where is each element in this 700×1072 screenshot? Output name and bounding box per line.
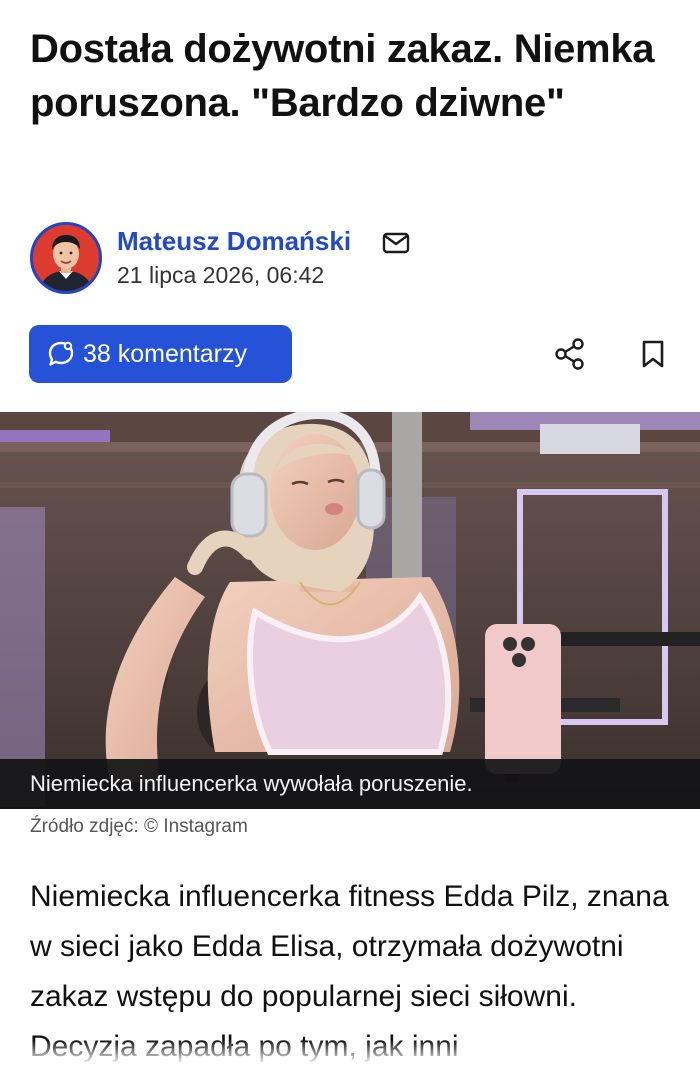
share-icon[interactable] [553,337,587,371]
author-name[interactable]: Mateusz Domański [117,226,351,257]
article-title: Dostała dożywotni zakaz. Niemka poruszon… [30,27,655,125]
photo-source: Źródło zdjęć: © Instagram [30,816,248,837]
photo-illustration [0,412,700,809]
chat-bubble-icon [47,340,75,368]
mail-icon[interactable] [382,232,410,254]
publish-date: 21 lipca 2026, 06:42 [117,262,325,288]
photo-caption: Niemiecka influencerka wywołała poruszen… [0,759,700,809]
author-block: Mateusz Domański 21 lipca 2026, 06:42 [30,222,670,298]
comments-button[interactable]: 38 komentarzy [29,325,292,383]
comments-count-label: 38 komentarzy [83,339,247,368]
bottom-fade [0,1040,700,1069]
author-avatar[interactable] [30,222,102,294]
article-photo[interactable]: Niemiecka influencerka wywołała poruszen… [0,412,700,809]
bookmark-icon[interactable] [640,339,666,369]
